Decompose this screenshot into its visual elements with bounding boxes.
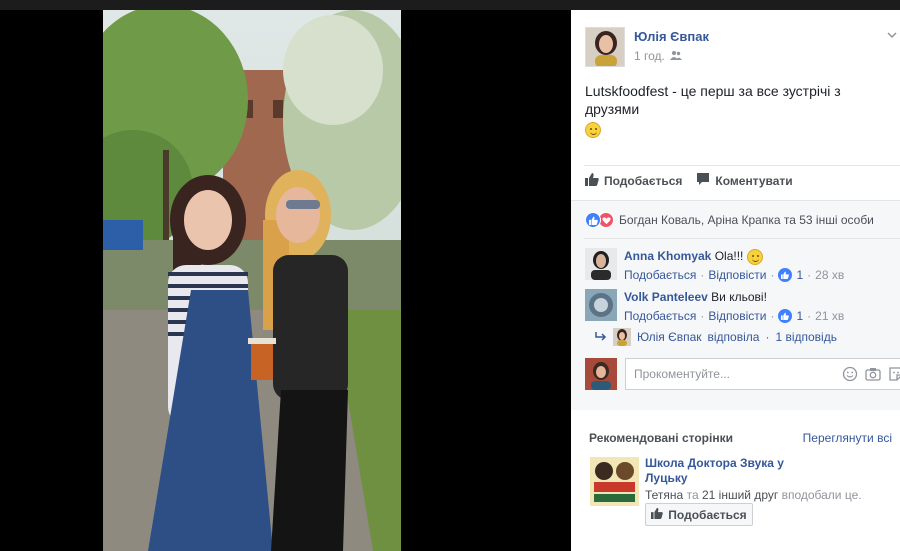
post-time[interactable]: 1 год.	[634, 49, 665, 63]
recommended-page-logo[interactable]	[590, 457, 639, 506]
liked-suffix: вподобали це.	[781, 488, 862, 502]
reply-author: Юлія Євпак	[637, 330, 702, 344]
wink-emoji	[746, 249, 763, 265]
post-author-name[interactable]: Юлія Євпак	[634, 29, 709, 44]
comment-tools	[842, 366, 900, 387]
comment-like-link[interactable]: Подобається	[624, 309, 696, 323]
comment-text: Ви кльові!	[711, 290, 767, 304]
recommended-page-name[interactable]: Школа Доктора Звука у Луцьку	[645, 456, 815, 486]
comment-meta: Подобається · Відповісти · 1 · 28 хв	[624, 268, 845, 282]
comment-meta: Подобається · Відповісти · 1 · 21 хв	[624, 309, 845, 323]
divider	[571, 200, 900, 201]
comment-text: Ola!!!	[714, 249, 744, 264]
post-photo[interactable]	[103, 10, 401, 551]
reply-action: відповіла	[707, 330, 760, 344]
commenter-avatar[interactable]	[585, 248, 617, 280]
thumbs-up-icon	[651, 507, 664, 522]
reactions-text: Богдан Коваль, Аріна Крапка та 53 інші о…	[619, 213, 874, 227]
other-friends[interactable]: 21 інший друг	[702, 488, 778, 502]
top-navigation-bar	[0, 0, 900, 10]
author-avatar[interactable]	[585, 27, 625, 67]
recommended-page-social: Тетяна та 21 інший друг вподобали це.	[645, 488, 862, 502]
comment-time[interactable]: 21 хв	[815, 309, 844, 323]
reply-count: 1 відповідь	[775, 330, 837, 344]
comment-body: Volk Panteleev Ви кльові!	[624, 290, 767, 304]
comment-label: Коментувати	[715, 173, 793, 188]
comment-reply-link[interactable]: Відповісти	[708, 268, 766, 282]
current-user-avatar	[585, 358, 617, 390]
comment-author[interactable]: Volk Panteleev	[624, 290, 708, 304]
comments-section: Богдан Коваль, Аріна Крапка та 53 інші о…	[571, 200, 900, 410]
like-count-icon	[778, 268, 793, 282]
smiley-emoji	[585, 122, 601, 139]
reply-author-avatar	[613, 328, 631, 346]
post-panel: Юлія Євпак 1 год. Lutskfoodfest - це пер…	[571, 10, 900, 551]
like-count-icon	[778, 309, 793, 323]
emoji-icon[interactable]	[842, 366, 858, 387]
camera-icon[interactable]	[865, 366, 881, 387]
like-reaction-icon	[585, 212, 601, 228]
comment-body: Anna Khomyak Ola!!!	[624, 249, 763, 265]
photo-illustration	[103, 10, 401, 551]
recommended-pages-title: Рекомендовані сторінки	[589, 431, 733, 445]
comment-time[interactable]: 28 хв	[815, 268, 844, 282]
photo-viewer: Юлія Євпак 1 год. Lutskfoodfest - це пер…	[0, 0, 900, 551]
page-like-button[interactable]: Подобається	[645, 503, 753, 526]
comment-like-count[interactable]: 1	[796, 268, 803, 282]
reactions-summary[interactable]: Богдан Коваль, Аріна Крапка та 53 інші о…	[585, 212, 874, 228]
write-comment-row	[585, 358, 900, 390]
sticker-icon[interactable]	[888, 366, 900, 387]
thumbs-up-icon	[585, 172, 599, 189]
view-replies-link[interactable]: Юлія Євпак відповіла · 1 відповідь	[595, 328, 837, 346]
friend-name[interactable]: Тетяна	[645, 488, 683, 502]
commenter-avatar[interactable]	[585, 289, 617, 321]
comment-reply-link[interactable]: Відповісти	[708, 309, 766, 323]
see-all-link[interactable]: Переглянути всі	[803, 431, 892, 445]
comment-button[interactable]: Коментувати	[696, 172, 793, 189]
post-actions: Подобається Коментувати	[585, 172, 793, 189]
page-like-label: Подобається	[668, 507, 747, 522]
divider	[584, 238, 900, 239]
joiner-text: та	[686, 488, 699, 502]
post-meta: 1 год.	[634, 49, 682, 63]
post-text: Lutskfoodfest - це перш за все зустрічі …	[585, 82, 897, 139]
post-body: Lutskfoodfest - це перш за все зустрічі …	[585, 83, 841, 117]
comment-icon	[696, 172, 710, 189]
comment-author[interactable]: Anna Khomyak	[624, 249, 711, 263]
comment-like-count[interactable]: 1	[796, 309, 803, 323]
divider	[584, 165, 900, 166]
chevron-down-icon[interactable]	[886, 28, 898, 40]
like-button[interactable]: Подобається	[585, 172, 682, 189]
like-label: Подобається	[604, 173, 683, 188]
reply-arrow-icon	[595, 330, 607, 344]
friends-icon[interactable]	[669, 49, 682, 63]
comment-like-link[interactable]: Подобається	[624, 268, 696, 282]
